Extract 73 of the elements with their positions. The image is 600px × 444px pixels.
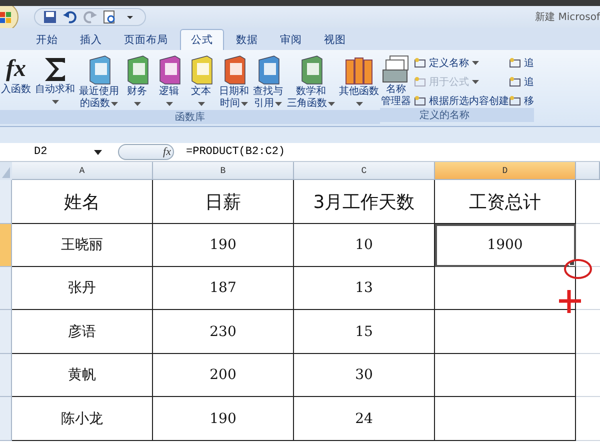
small-icon bbox=[509, 95, 521, 107]
ribbon-button[interactable]: 自动求和 bbox=[34, 54, 76, 108]
window-title: 新建 Microsof bbox=[535, 10, 600, 24]
column-header[interactable]: B bbox=[153, 162, 294, 180]
table-cell[interactable]: 姓名 bbox=[12, 180, 153, 224]
table-cell[interactable]: 200 bbox=[153, 354, 294, 397]
table-cell[interactable]: 彦语 bbox=[12, 310, 153, 354]
undo-icon[interactable] bbox=[63, 10, 77, 24]
ribbon-tab[interactable]: 数据 bbox=[226, 30, 268, 50]
table-cell[interactable]: 张丹 bbox=[12, 267, 153, 310]
table-cell[interactable]: 工资总计 bbox=[435, 180, 576, 224]
ribbon-button[interactable]: 查找与 引用 bbox=[252, 54, 284, 110]
small-icon bbox=[509, 76, 521, 88]
table-cell[interactable]: 187 bbox=[153, 267, 294, 310]
active-cell[interactable]: 1900 bbox=[435, 224, 576, 267]
small-icon bbox=[414, 57, 426, 69]
dropdown-caret-icon bbox=[94, 150, 102, 154]
circle-annotation bbox=[564, 259, 592, 279]
group-label: 定义的名称 bbox=[380, 108, 509, 122]
empty-cell[interactable] bbox=[435, 310, 576, 354]
insert-function-button[interactable]: fx bbox=[163, 146, 171, 158]
small-icon bbox=[414, 76, 426, 88]
ribbon-tab[interactable]: 插入 bbox=[70, 30, 112, 50]
card-file-icon bbox=[381, 54, 411, 84]
table-cell[interactable]: 15 bbox=[294, 310, 435, 354]
ribbon-tab[interactable]: 审阅 bbox=[270, 30, 312, 50]
table-cell[interactable]: 13 bbox=[294, 267, 435, 310]
ribbon-small-button[interactable]: 定义名称 bbox=[414, 56, 509, 70]
fx-icon: fx bbox=[6, 54, 26, 84]
column-header[interactable]: D bbox=[435, 162, 576, 180]
group-footer bbox=[509, 108, 534, 122]
column-header[interactable]: C bbox=[294, 162, 435, 180]
ribbon-small-button[interactable]: 移 bbox=[509, 94, 534, 108]
table-cell[interactable]: 230 bbox=[153, 310, 294, 354]
table-cell[interactable]: 190 bbox=[153, 397, 294, 441]
save-icon[interactable] bbox=[43, 10, 57, 24]
ribbon-small-button[interactable]: 追 bbox=[509, 56, 534, 70]
table-cell[interactable]: 日薪 bbox=[153, 180, 294, 224]
table-cell[interactable]: 10 bbox=[294, 224, 435, 267]
empty-cell[interactable] bbox=[435, 397, 576, 441]
ribbon-button[interactable]: 财务 bbox=[122, 54, 152, 110]
ribbon-tab[interactable]: 开始 bbox=[26, 30, 68, 50]
table-cell[interactable]: 陈小龙 bbox=[12, 397, 153, 441]
ribbon-button[interactable]: 逻辑 bbox=[154, 54, 184, 110]
table-cell[interactable]: 190 bbox=[153, 224, 294, 267]
group-label: 函数库 bbox=[0, 110, 380, 124]
table-cell[interactable]: 黄帆 bbox=[12, 354, 153, 397]
ribbon-button[interactable]: 其他函数 bbox=[338, 54, 380, 110]
formula-field[interactable]: =PRODUCT(B2:C2) bbox=[174, 146, 286, 158]
ribbon-button[interactable]: 名称 管理器 bbox=[380, 54, 412, 108]
table-cell[interactable]: 30 bbox=[294, 354, 435, 397]
ribbon-tab[interactable]: 视图 bbox=[314, 30, 356, 50]
name-box[interactable]: D2 bbox=[0, 146, 108, 158]
ribbon-small-button[interactable]: 追 bbox=[509, 75, 534, 89]
table-cell[interactable]: 3月工作天数 bbox=[294, 180, 435, 224]
ribbon-tab[interactable]: 公式 bbox=[180, 29, 224, 50]
plus-annotation bbox=[558, 288, 582, 314]
table-cell[interactable]: 24 bbox=[294, 397, 435, 441]
ribbon-button[interactable]: 数学和 三角函数 bbox=[286, 54, 336, 110]
small-icon bbox=[414, 95, 426, 107]
empty-cell[interactable] bbox=[435, 354, 576, 397]
ribbon-button[interactable]: 文本 bbox=[186, 54, 216, 110]
select-all-icon bbox=[0, 162, 12, 180]
ribbon-small-button[interactable]: 根据所选内容创建 bbox=[414, 94, 509, 108]
empty-cell[interactable] bbox=[435, 267, 576, 310]
table-cell[interactable]: 王晓丽 bbox=[12, 224, 153, 267]
ribbon-tab[interactable]: 页面布局 bbox=[114, 30, 178, 50]
small-icon bbox=[509, 57, 521, 69]
column-header[interactable]: A bbox=[12, 162, 153, 180]
ribbon-button[interactable]: 最近使用 的函数 bbox=[78, 54, 120, 110]
ribbon-button[interactable]: 日期和 时间 bbox=[218, 54, 250, 110]
print-preview-icon[interactable] bbox=[103, 10, 117, 24]
ribbon-button[interactable]: fx 入函数 bbox=[0, 54, 32, 96]
